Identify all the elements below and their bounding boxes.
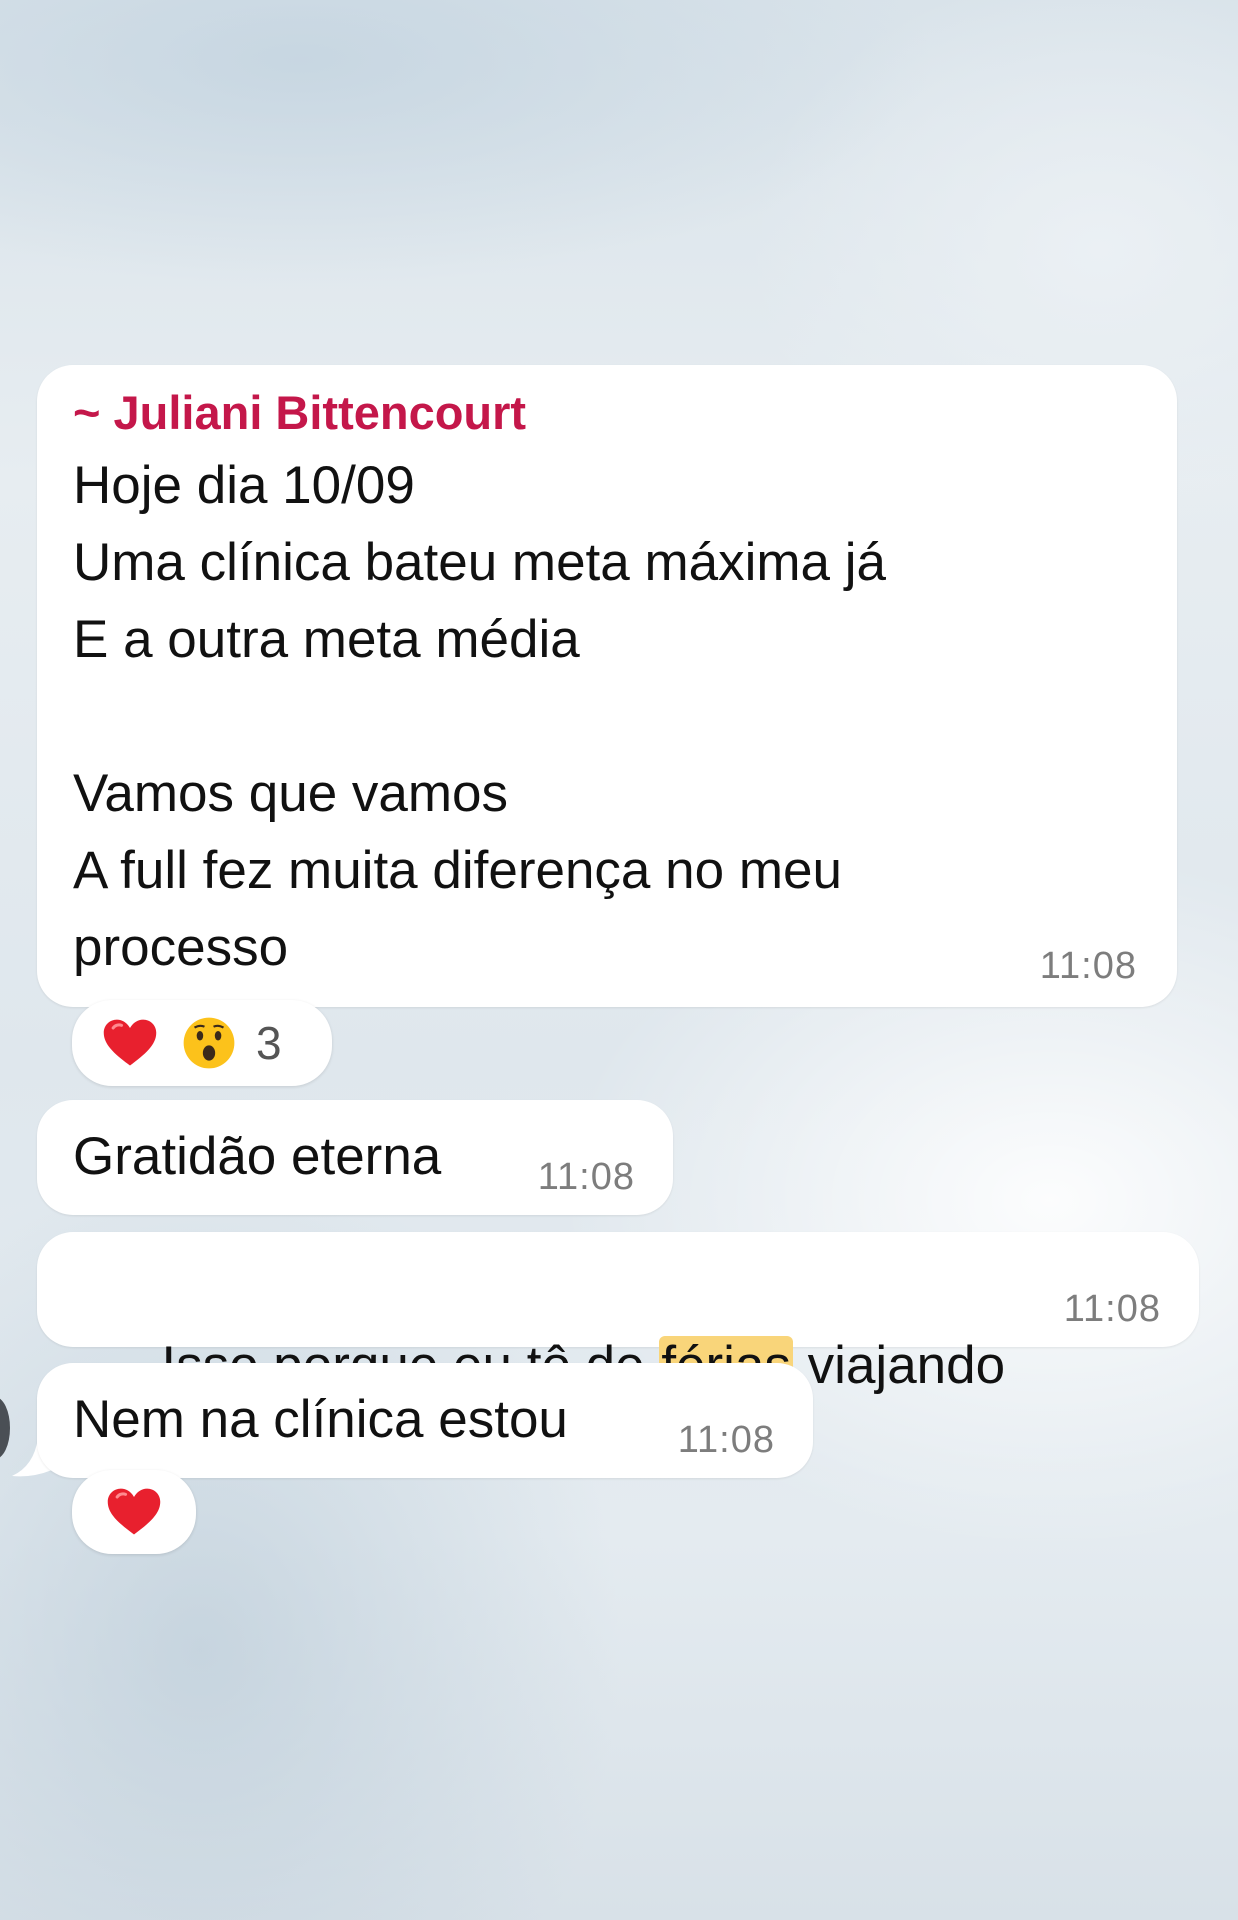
message-bubble[interactable]: ~ Juliani Bittencourt Hoje dia 10/09 Uma… <box>37 365 1177 1007</box>
message-time: 11:08 <box>1063 1288 1161 1330</box>
reaction-bar[interactable]: 3 <box>72 1000 332 1086</box>
heart-icon <box>107 1488 161 1535</box>
message-text: Gratidão eterna <box>73 1127 442 1186</box>
message-text-part: viajando <box>792 1336 1006 1395</box>
message-time: 11:08 <box>677 1419 775 1461</box>
sender-name[interactable]: ~ Juliani Bittencourt <box>73 385 526 440</box>
surprised-face-icon <box>183 1017 235 1069</box>
reaction-bar[interactable] <box>72 1470 196 1554</box>
reaction-count: 3 <box>256 1017 282 1069</box>
message-text: Hoje dia 10/09 Uma clínica bateu meta má… <box>73 456 886 977</box>
heart-icon <box>103 1019 157 1066</box>
avatar[interactable] <box>0 1397 10 1459</box>
chat-thread: ~ Juliani Bittencourt Hoje dia 10/09 Uma… <box>0 0 1238 1920</box>
message-time: 11:08 <box>537 1156 635 1198</box>
message-text: Nem na clínica estou <box>73 1390 568 1449</box>
message-bubble[interactable]: Nem na clínica estou 11:08 <box>37 1363 813 1478</box>
message-bubble[interactable]: Gratidão eterna 11:08 <box>37 1100 673 1215</box>
message-bubble[interactable]: Isso porque eu tô de férias viajando 11:… <box>37 1232 1199 1395</box>
message-time: 11:08 <box>1039 945 1137 987</box>
